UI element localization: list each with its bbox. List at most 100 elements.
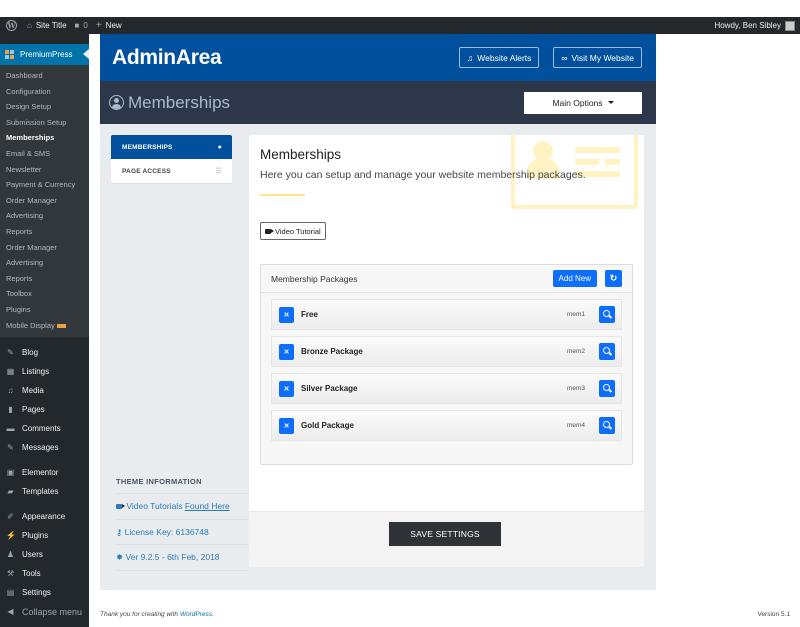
submenu-order-manager[interactable]: Order Manager	[0, 193, 89, 209]
sidebar-item-settings[interactable]: ▤ Settings	[0, 583, 89, 602]
new-content-link[interactable]: + New	[96, 20, 122, 31]
submenu-reports[interactable]: Reports	[0, 224, 89, 240]
footer-credit: Thank you for creating with WordPress.	[100, 611, 214, 618]
add-new-button[interactable]: Add New	[552, 270, 597, 287]
settings-icon: ▤	[6, 588, 15, 598]
premiumpress-submenu: Dashboard Configuration Design Setup Sub…	[0, 65, 89, 338]
submenu-payment-currency[interactable]: Payment & Currency	[0, 177, 89, 193]
brush-icon: ✐	[7, 512, 14, 522]
refresh-button[interactable]: ↻	[605, 270, 622, 287]
elementor-icon: ▣	[6, 468, 15, 478]
tab-label: MEMBERSHIPS	[122, 143, 173, 151]
page-title: Memberships	[109, 93, 230, 113]
sidebar-item-messages[interactable]: ✎ Messages	[0, 438, 89, 457]
gear-icon: ✸	[116, 552, 124, 562]
submenu-memberships[interactable]: Memberships	[0, 130, 89, 146]
membership-packages-box: Membership Packages Add New ↻ ✕ Free mem…	[260, 264, 633, 465]
save-settings-button[interactable]: SAVE SETTINGS	[389, 522, 501, 546]
submenu-design-setup[interactable]: Design Setup	[0, 99, 89, 115]
title-underline	[260, 194, 305, 196]
sidebar-item-label: Plugins	[22, 531, 49, 541]
wordpress-logo-icon: W	[6, 20, 17, 31]
main-options-dropdown[interactable]: Main Options	[524, 91, 642, 114]
submenu-email-sms[interactable]: Email & SMS	[0, 146, 89, 162]
visit-website-button[interactable]: ∞ Visit My Website	[553, 47, 642, 68]
submenu-submission-setup[interactable]: Submission Setup	[0, 115, 89, 131]
version-row: ✸ Ver 9.2.5 - 6th Feb, 2018	[116, 545, 249, 571]
view-button[interactable]	[599, 417, 615, 434]
wordpress-link[interactable]: WordPress	[180, 611, 212, 618]
submenu-reports-2[interactable]: Reports	[0, 271, 89, 287]
user-icon: ♟	[6, 550, 15, 560]
account-menu[interactable]: Howdy, Ben Sibley	[714, 20, 795, 31]
sidebar-item-tools[interactable]: ⚒ Tools	[0, 564, 89, 583]
website-alerts-button[interactable]: ♫ Website Alerts	[458, 47, 540, 68]
submenu-toolbox[interactable]: Toolbox	[0, 286, 89, 302]
wp-logo-menu[interactable]: W	[6, 20, 17, 31]
submenu-mobile-display[interactable]: Mobile Display	[0, 318, 89, 334]
view-button[interactable]	[599, 306, 615, 323]
delete-button[interactable]: ✕	[279, 343, 294, 360]
comment-icon: ▬	[6, 424, 15, 434]
admin-sidebar: PremiumPress Dashboard Configuration Des…	[0, 34, 89, 627]
comments-link[interactable]: ■ 0	[75, 21, 88, 30]
button-label: Video Tutorial	[275, 226, 321, 236]
sidebar-item-comments[interactable]: ▬ Comments	[0, 419, 89, 438]
delete-button[interactable]: ✕	[279, 417, 294, 434]
sidebar-item-label: Settings	[22, 588, 51, 598]
submenu-newsletter[interactable]: Newsletter	[0, 162, 89, 178]
sidebar-item-pages[interactable]: ▮ Pages	[0, 400, 89, 419]
settings-tabs: MEMBERSHIPS ● PAGE ACCESS ☰	[111, 135, 232, 183]
delete-button[interactable]: ✕	[279, 306, 294, 323]
new-badge-icon	[56, 323, 66, 328]
tab-page-access[interactable]: PAGE ACCESS ☰	[111, 159, 232, 183]
sidebar-item-plugins[interactable]: ⚡ Plugins	[0, 526, 89, 545]
admin-bar: W ⌂ Site Title ■ 0 + New Howdy, Ben Sibl…	[0, 17, 800, 34]
package-name: Free	[301, 310, 318, 319]
brand-header: AdminArea ♫ Website Alerts ∞ Visit My Webs…	[100, 34, 656, 81]
collapse-label: Collapse menu	[22, 606, 83, 617]
sidebar-item-label: Listings	[22, 367, 50, 377]
submenu-dashboard[interactable]: Dashboard	[0, 68, 89, 84]
pages-icon: ▮	[8, 405, 13, 415]
footer-period: .	[212, 611, 214, 618]
submenu-advertising-2[interactable]: Advertising	[0, 255, 89, 271]
close-icon: ✕	[283, 311, 290, 319]
package-key: mem2	[566, 348, 585, 355]
sidebar-item-premiumpress[interactable]: PremiumPress	[0, 44, 89, 65]
sidebar-item-users[interactable]: ♟ Users	[0, 545, 89, 564]
package-name: Bronze Package	[301, 347, 363, 356]
submenu-configuration[interactable]: Configuration	[0, 84, 89, 100]
sidebar-item-label: Messages	[22, 443, 59, 453]
packages-list: ✕ Free mem1 ✕ Bronze Package mem2 ✕ Silv…	[261, 293, 632, 441]
view-button[interactable]	[599, 343, 615, 360]
sidebar-item-listings[interactable]: ▦ Listings	[0, 362, 89, 381]
sidebar-item-templates[interactable]: ▰ Templates	[0, 482, 89, 501]
sidebar-item-blog[interactable]: ✎ Blog	[0, 343, 89, 362]
video-tutorial-button[interactable]: Video Tutorial	[260, 222, 326, 240]
site-title-link[interactable]: ⌂ Site Title	[27, 21, 67, 30]
submenu-advertising[interactable]: Advertising	[0, 208, 89, 224]
tab-memberships[interactable]: MEMBERSHIPS ●	[111, 135, 232, 159]
comment-icon: ■	[74, 21, 80, 30]
sidebar-item-media[interactable]: ♫ Media	[0, 381, 89, 400]
media-icon: ♫	[7, 386, 14, 396]
video-tutorials-link[interactable]: Found Here	[185, 501, 230, 511]
collapse-menu-button[interactable]: ◀ Collapse menu	[0, 602, 89, 621]
home-icon: ⌂	[27, 21, 32, 30]
panel-description: Here you can setup and manage your websi…	[260, 169, 586, 181]
submenu-order-manager-2[interactable]: Order Manager	[0, 240, 89, 256]
sidebar-item-appearance[interactable]: ✐ Appearance	[0, 507, 89, 526]
submenu-plugins[interactable]: Plugins	[0, 302, 89, 318]
howdy-text: Howdy, Ben Sibley	[714, 21, 781, 30]
sidebar-item-elementor[interactable]: ▣ Elementor	[0, 463, 89, 482]
comments-count: 0	[83, 21, 88, 30]
new-label: New	[105, 21, 122, 30]
pin-icon: ✎	[7, 348, 14, 358]
page-title-text: Memberships	[128, 92, 231, 112]
tab-label: PAGE ACCESS	[122, 167, 171, 175]
view-button[interactable]	[599, 380, 615, 397]
wrench-icon: ⚒	[6, 569, 15, 579]
video-tutorials-text: Video Tutorials	[126, 501, 185, 511]
delete-button[interactable]: ✕	[279, 380, 294, 397]
